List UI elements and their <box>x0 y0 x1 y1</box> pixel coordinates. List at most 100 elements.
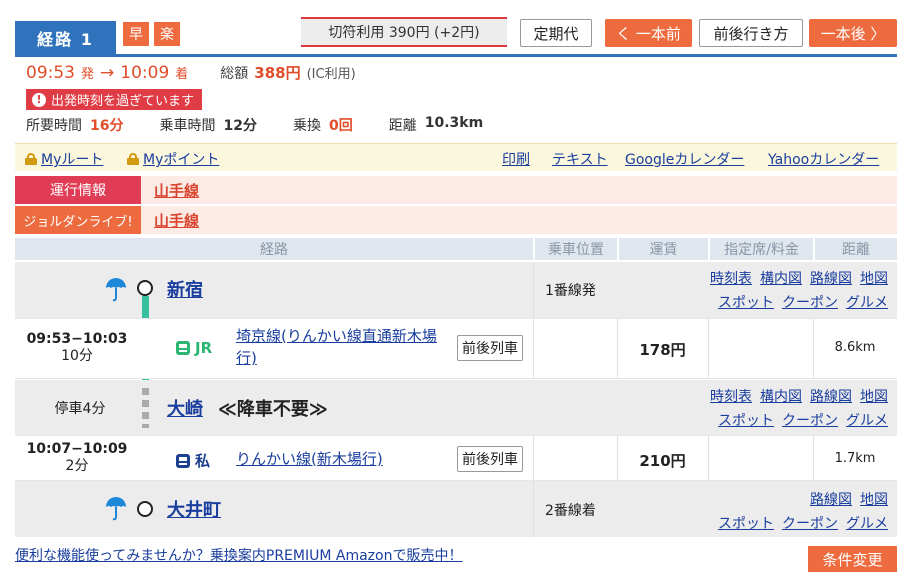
departure-suffix: 発 <box>81 67 95 82</box>
change-conditions-button[interactable]: 条件変更 <box>808 546 897 572</box>
route-map-link[interactable]: 路線図 <box>810 268 852 288</box>
umbrella-icon <box>106 497 126 521</box>
segment-time-range: 10:07−10:09 <box>26 441 128 457</box>
around-trains-button[interactable]: 前後列車 <box>457 446 523 472</box>
map-link[interactable]: 地図 <box>860 268 888 288</box>
gourmet-link[interactable]: グルメ <box>846 410 888 430</box>
commuter-pass-button[interactable]: 定期代 <box>520 19 592 47</box>
utility-link-bar: Myルート Myポイント 印刷 テキスト Googleカレンダー Yahooカレ… <box>15 143 897 171</box>
line-link-saikyo[interactable]: 埼京線(りんかい線直通新木場行) <box>236 325 450 369</box>
ride-time-label: 乗車時間 <box>159 118 216 134</box>
umbrella-icon <box>106 278 126 302</box>
warning-text: 出発時刻を過ぎています <box>51 94 195 109</box>
my-points-link[interactable]: Myポイント <box>143 149 219 169</box>
segment-row-1: 09:53−10:03 10分 JR 埼京線(りんかい線直通新木場行) 前後列車… <box>15 318 897 379</box>
next-train-button[interactable]: 一本後 〉 <box>809 19 897 47</box>
train-icon <box>176 341 190 355</box>
route-map-link[interactable]: 路線図 <box>810 489 852 509</box>
yahoo-calendar-link[interactable]: Yahooカレンダー <box>768 149 879 169</box>
segment-time-1: 09:53−10:03 10分 <box>15 331 139 365</box>
total-fare: 388円 <box>254 64 301 82</box>
jorudan-live-label: ジョルダンライブ! <box>15 206 141 234</box>
operation-info-line-link[interactable]: 山手線 <box>154 180 199 201</box>
no-alight-note: ≪降車不要≫ <box>218 399 328 420</box>
station-name-oimachi[interactable]: 大井町 <box>167 496 221 522</box>
station-node <box>137 280 153 296</box>
google-calendar-link[interactable]: Googleカレンダー <box>625 149 744 169</box>
segment-distance: 1.7km <box>834 451 876 466</box>
map-link[interactable]: 地図 <box>860 386 888 406</box>
station-map-link[interactable]: 構内図 <box>760 386 802 406</box>
operator-label: 私 <box>195 452 211 470</box>
col-boarding-position: 乗車位置 <box>533 238 617 260</box>
route-table-header: 経路 乗車位置 運賃 指定席/料金 距離 <box>15 238 897 260</box>
col-reserved-fee: 指定席/料金 <box>708 238 813 260</box>
segment-duration: 10分 <box>61 348 93 364</box>
coupon-link[interactable]: クーポン <box>782 410 838 430</box>
around-trains-button[interactable]: 前後列車 <box>457 335 523 361</box>
platform-oimachi: 2番線着 <box>545 503 596 519</box>
spot-link[interactable]: スポット <box>718 513 774 533</box>
gourmet-link[interactable]: グルメ <box>846 292 888 312</box>
jorudan-live-row: ジョルダンライブ! 山手線 <box>15 206 897 234</box>
station-links-row1: 路線図 地図 <box>810 489 888 509</box>
segment-time-2: 10:07−10:09 2分 <box>15 441 139 475</box>
my-route-link-wrap[interactable]: Myルート <box>25 149 103 169</box>
lock-icon <box>25 153 37 165</box>
route-tab[interactable]: 経路 1 <box>15 21 116 54</box>
station-links-row2: スポット クーポン グルメ <box>718 292 888 312</box>
operator-private: 私 <box>176 450 210 471</box>
badge-easy: 楽 <box>154 22 180 46</box>
operator-label: JR <box>195 339 213 357</box>
route-stats: 所要時間 16分 乗車時間 12分 乗換 0回 距離 10.3km <box>26 115 483 135</box>
around-routes-button[interactable]: 前後行き方 <box>699 19 803 47</box>
station-links-row2: スポット クーポン グルメ <box>718 410 888 430</box>
train-icon <box>176 453 190 468</box>
stop-dashed-line <box>142 388 149 428</box>
time-summary: 09:53 発 → 10:09 着 総額 388円 (IC利用) <box>26 62 356 83</box>
exclamation-icon: ! <box>32 92 46 107</box>
route-tab-underline <box>15 54 897 57</box>
jorudan-live-line-link[interactable]: 山手線 <box>154 210 199 231</box>
segment-fare: 178円 <box>639 341 686 359</box>
transfer-label: 乗換 <box>292 118 321 134</box>
coupon-link[interactable]: クーポン <box>782 513 838 533</box>
timetable-link[interactable]: 時刻表 <box>710 386 752 406</box>
required-time-label: 所要時間 <box>26 118 82 134</box>
my-route-link[interactable]: Myルート <box>41 149 103 169</box>
segment-row-2: 10:07−10:09 2分 私 りんかい線(新木場行) 前後列車 210円 1… <box>15 435 897 481</box>
segment-time-range: 09:53−10:03 <box>26 331 128 347</box>
print-link[interactable]: 印刷 <box>502 149 530 169</box>
text-link[interactable]: テキスト <box>552 149 608 169</box>
station-name-shinjuku[interactable]: 新宿 <box>167 276 203 302</box>
col-distance: 距離 <box>813 238 897 260</box>
gourmet-link[interactable]: グルメ <box>846 513 888 533</box>
spot-link[interactable]: スポット <box>718 410 774 430</box>
station-links-row1: 時刻表 構内図 路線図 地図 <box>710 268 888 288</box>
segment-distance: 8.6km <box>834 340 876 355</box>
transfer-value: 0回 <box>328 118 353 134</box>
platform-shinjuku: 1番線発 <box>545 283 596 299</box>
map-link[interactable]: 地図 <box>860 489 888 509</box>
station-node <box>137 501 153 517</box>
distance-label: 距離 <box>388 118 417 134</box>
line-link-rinkai[interactable]: りんかい線(新木場行) <box>236 448 383 469</box>
ticket-fare-toggle[interactable]: 切符利用 390円 (+2円) <box>301 17 507 47</box>
premium-promo-link[interactable]: 便利な機能使ってみませんか？乗換案内PREMIUM Amazonで販売中！ <box>15 545 462 565</box>
my-points-link-wrap[interactable]: Myポイント <box>127 149 219 169</box>
timetable-link[interactable]: 時刻表 <box>710 268 752 288</box>
fare-note: (IC利用) <box>306 67 356 82</box>
col-fare: 運賃 <box>617 238 708 260</box>
col-route: 経路 <box>260 242 288 258</box>
prev-train-button[interactable]: く 一本前 <box>605 19 692 47</box>
segment-duration: 2分 <box>65 458 89 474</box>
lock-icon <box>127 153 139 165</box>
spot-link[interactable]: スポット <box>718 292 774 312</box>
distance-value: 10.3km <box>424 115 484 131</box>
route-map-link[interactable]: 路線図 <box>810 386 852 406</box>
station-map-link[interactable]: 構内図 <box>760 268 802 288</box>
coupon-link[interactable]: クーポン <box>782 292 838 312</box>
station-name-osaki[interactable]: 大崎 <box>167 395 203 421</box>
operator-jr: JR <box>176 339 212 357</box>
station-row-oimachi: 大井町 2番線着 路線図 地図 スポット クーポン グルメ <box>15 481 897 537</box>
